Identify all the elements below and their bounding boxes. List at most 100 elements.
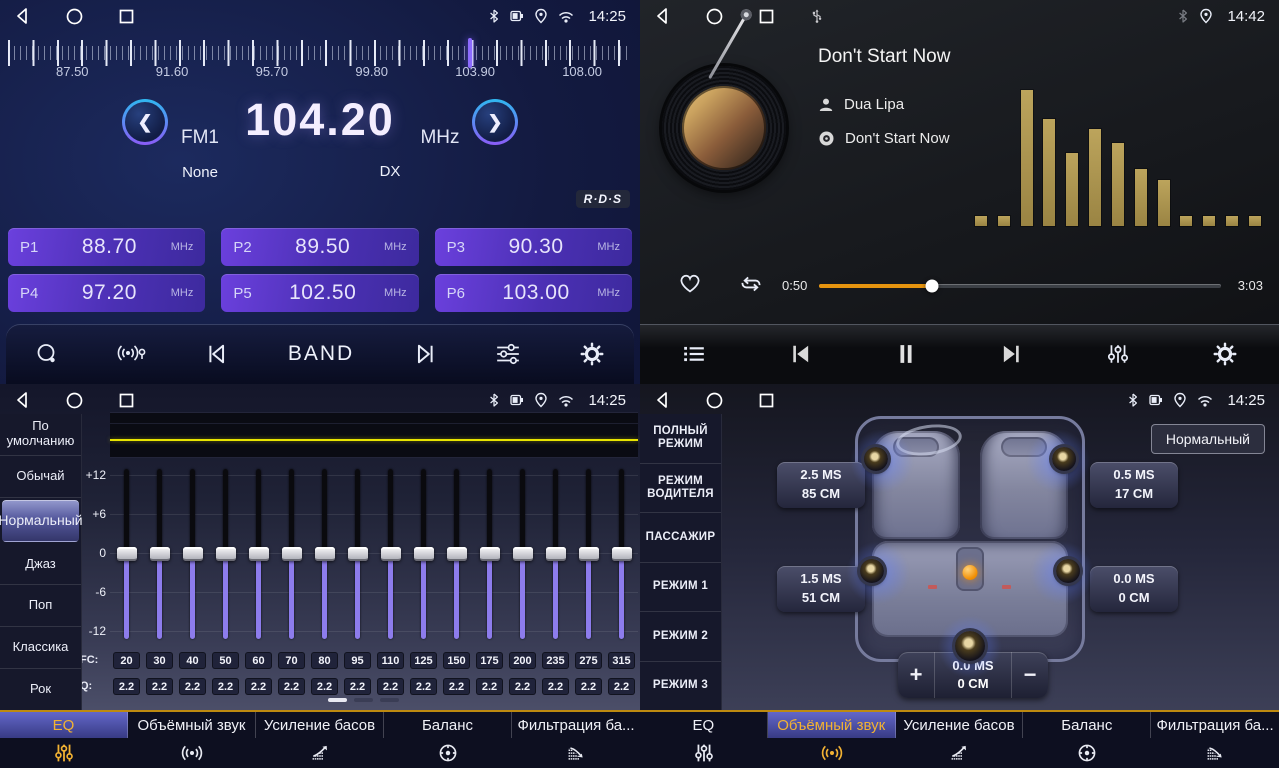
- back-icon[interactable]: [14, 391, 30, 409]
- front-right-speaker-icon[interactable]: [1052, 447, 1076, 471]
- band-button[interactable]: BAND: [288, 342, 354, 366]
- preset-button[interactable]: P3 90.30 MHz: [435, 228, 632, 266]
- slider-thumb[interactable]: [282, 547, 302, 561]
- pause-icon[interactable]: [896, 342, 916, 366]
- tab-surround[interactable]: Объёмный звук: [128, 712, 256, 768]
- tune-down-button[interactable]: ❮: [122, 99, 168, 145]
- broadcast-icon[interactable]: [117, 343, 147, 365]
- tab-filter[interactable]: Фильтрация ба...: [1151, 712, 1279, 768]
- fc-value[interactable]: 50: [212, 652, 239, 669]
- q-value[interactable]: 2.2: [245, 678, 272, 695]
- equalizer-icon[interactable]: [495, 343, 521, 365]
- soundfield-mode-item[interactable]: РЕЖИМ 3: [640, 662, 721, 711]
- slider-thumb[interactable]: [216, 547, 236, 561]
- gain-slider[interactable]: [487, 469, 492, 639]
- fc-value[interactable]: 110: [377, 652, 404, 669]
- preset-button[interactable]: P1 88.70 MHz: [8, 228, 205, 266]
- progress-thumb[interactable]: [925, 280, 938, 293]
- front-right-delay-button[interactable]: 0.5 MS 17 CM: [1090, 462, 1178, 508]
- gain-slider[interactable]: [157, 469, 162, 639]
- q-value[interactable]: 2.2: [146, 678, 173, 695]
- frequency-dial[interactable]: [8, 40, 630, 66]
- q-value[interactable]: 2.2: [113, 678, 140, 695]
- slider-thumb[interactable]: [414, 547, 434, 561]
- q-value[interactable]: 2.2: [476, 678, 503, 695]
- repeat-icon[interactable]: [738, 272, 764, 296]
- gain-slider[interactable]: [190, 469, 195, 639]
- previous-track-icon[interactable]: [789, 343, 813, 365]
- q-value[interactable]: 2.2: [509, 678, 536, 695]
- fc-value[interactable]: 95: [344, 652, 371, 669]
- listening-position-marker[interactable]: [963, 565, 978, 580]
- slider-thumb[interactable]: [579, 547, 599, 561]
- soundfield-mode-item[interactable]: РЕЖИМ ВОДИТЕЛЯ: [640, 464, 721, 514]
- home-icon[interactable]: [706, 392, 723, 409]
- eq-preset-item[interactable]: Обычай: [0, 456, 81, 498]
- tab-bass-boost[interactable]: Усиление басов: [896, 712, 1024, 768]
- slider-thumb[interactable]: [249, 547, 269, 561]
- tab-eq[interactable]: EQ: [0, 712, 128, 768]
- soundfield-mode-item[interactable]: РЕЖИМ 1: [640, 563, 721, 613]
- preset-button[interactable]: P5 102.50 MHz: [221, 274, 418, 312]
- back-icon[interactable]: [654, 7, 670, 25]
- fc-value[interactable]: 80: [311, 652, 338, 669]
- tab-balance[interactable]: Баланс: [1023, 712, 1151, 768]
- soundfield-mode-item[interactable]: РЕЖИМ 2: [640, 612, 721, 662]
- gain-slider[interactable]: [586, 469, 591, 639]
- playlist-icon[interactable]: [682, 344, 706, 364]
- slider-thumb[interactable]: [315, 547, 335, 561]
- gain-slider[interactable]: [619, 469, 624, 639]
- tab-bass-boost[interactable]: Усиление басов: [256, 712, 384, 768]
- scan-icon[interactable]: [36, 343, 58, 365]
- settings-gear-icon[interactable]: [1213, 342, 1237, 366]
- page-dot[interactable]: [354, 698, 373, 702]
- gain-slider[interactable]: [322, 469, 327, 639]
- back-icon[interactable]: [654, 391, 670, 409]
- fc-value[interactable]: 200: [509, 652, 536, 669]
- tab-surround[interactable]: Объёмный звук: [768, 712, 896, 768]
- q-value[interactable]: 2.2: [410, 678, 437, 695]
- eq-preset-item[interactable]: Рок: [0, 669, 81, 710]
- slider-thumb[interactable]: [183, 547, 203, 561]
- album-art[interactable]: [662, 66, 786, 190]
- fc-value[interactable]: 315: [608, 652, 635, 669]
- slider-thumb[interactable]: [447, 547, 467, 561]
- q-value[interactable]: 2.2: [344, 678, 371, 695]
- favorite-heart-icon[interactable]: [678, 272, 702, 294]
- back-icon[interactable]: [14, 7, 30, 25]
- q-value[interactable]: 2.2: [542, 678, 569, 695]
- fc-value[interactable]: 60: [245, 652, 272, 669]
- q-value[interactable]: 2.2: [212, 678, 239, 695]
- gain-slider[interactable]: [454, 469, 459, 639]
- q-value[interactable]: 2.2: [377, 678, 404, 695]
- home-icon[interactable]: [66, 8, 83, 25]
- preset-button[interactable]: P6 103.00 MHz: [435, 274, 632, 312]
- fc-value[interactable]: 70: [278, 652, 305, 669]
- page-dot[interactable]: [328, 698, 347, 702]
- recents-icon[interactable]: [119, 393, 134, 408]
- slider-thumb[interactable]: [480, 547, 500, 561]
- preset-button[interactable]: P2 89.50 MHz: [221, 228, 418, 266]
- q-value[interactable]: 2.2: [608, 678, 635, 695]
- preset-button[interactable]: P4 97.20 MHz: [8, 274, 205, 312]
- fc-value[interactable]: 150: [443, 652, 470, 669]
- slider-thumb[interactable]: [546, 547, 566, 561]
- gain-slider[interactable]: [289, 469, 294, 639]
- slider-thumb[interactable]: [381, 547, 401, 561]
- fc-value[interactable]: 275: [575, 652, 602, 669]
- recents-icon[interactable]: [759, 393, 774, 408]
- tune-up-button[interactable]: ❯: [472, 99, 518, 145]
- next-track-icon[interactable]: [999, 343, 1023, 365]
- fc-value[interactable]: 40: [179, 652, 206, 669]
- front-left-speaker-icon[interactable]: [864, 447, 888, 471]
- gain-slider[interactable]: [223, 469, 228, 639]
- settings-gear-icon[interactable]: [580, 342, 604, 366]
- gain-slider[interactable]: [124, 469, 129, 639]
- fc-value[interactable]: 175: [476, 652, 503, 669]
- eq-preset-item[interactable]: Нормальный: [2, 500, 79, 542]
- home-icon[interactable]: [706, 8, 723, 25]
- slider-thumb[interactable]: [612, 547, 632, 561]
- page-dot[interactable]: [380, 698, 399, 702]
- rear-right-speaker-icon[interactable]: [1056, 559, 1080, 583]
- decrease-delay-button[interactable]: −: [1012, 652, 1048, 698]
